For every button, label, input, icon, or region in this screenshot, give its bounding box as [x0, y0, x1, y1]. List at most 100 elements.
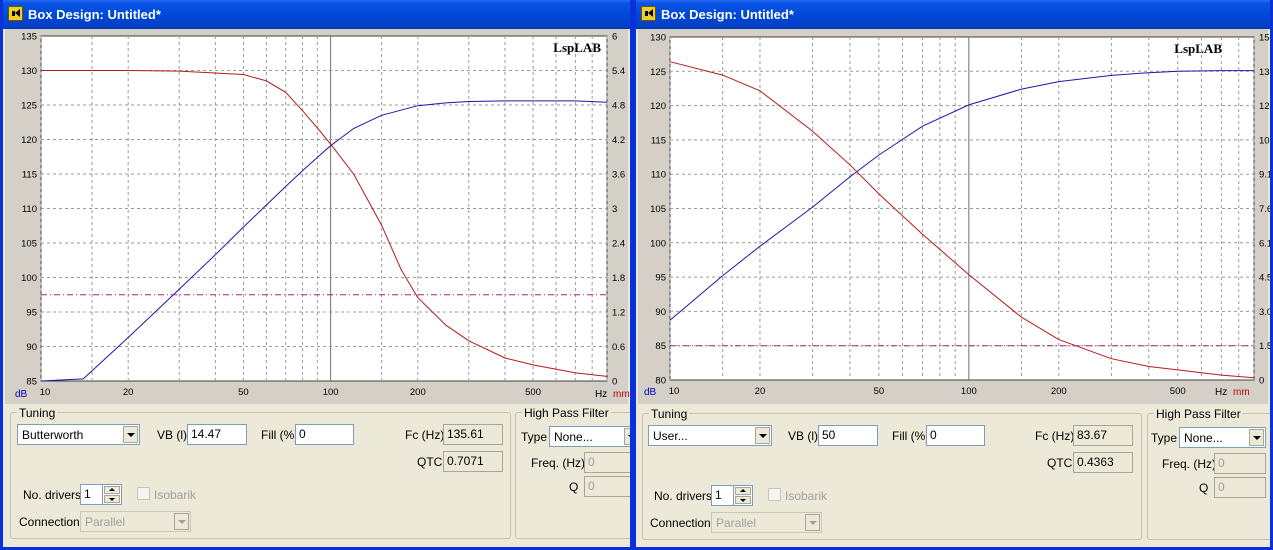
- chevron-down-icon[interactable]: [755, 427, 770, 444]
- response-graph[interactable]: 1301251201151101051009590858015.313.7712…: [638, 29, 1270, 404]
- hpf-freq-input[interactable]: 0: [584, 452, 630, 473]
- drivers-input[interactable]: 1: [80, 484, 104, 505]
- left-tick-label: 130: [650, 33, 666, 44]
- right-tick-label: 5.4: [612, 66, 625, 77]
- connection-select[interactable]: Parallel: [711, 512, 822, 533]
- hpf-type-label: Type: [1151, 431, 1178, 445]
- hpf-freq-label: Freq. (Hz): [531, 456, 585, 470]
- left-tick-label: 90: [655, 307, 666, 318]
- hpf-type-value: None...: [1184, 431, 1223, 445]
- alignment-value: User...: [653, 429, 688, 443]
- title-bar[interactable]: Box Design: Untitled*: [3, 0, 630, 29]
- drivers-spinner[interactable]: [733, 485, 753, 506]
- right-tick-label: 4.59: [1259, 273, 1270, 284]
- lsplab-watermark: LspLAB: [553, 40, 601, 55]
- qtc-value: 0.7071: [443, 451, 503, 472]
- alignment-select[interactable]: User...: [648, 425, 772, 446]
- mm-unit-label: mm: [613, 389, 630, 400]
- left-tick-label: 135: [21, 32, 37, 43]
- db-unit-label: dB: [644, 387, 657, 398]
- drivers-label: No. drivers: [654, 489, 713, 503]
- alignment-select[interactable]: Butterworth: [17, 424, 140, 445]
- speaker-icon[interactable]: [641, 6, 656, 21]
- mm-unit-label: mm: [1233, 387, 1250, 398]
- response-graph[interactable]: 135 130 125 120 115 110 105 100 95 90 85 6 5.4 4.8 4.2…: [5, 29, 630, 404]
- spin-up-icon[interactable]: [735, 487, 751, 495]
- chevron-down-icon[interactable]: [1249, 429, 1264, 446]
- drivers-spinner[interactable]: [102, 484, 122, 505]
- qtc-value: 0.4363: [1073, 452, 1133, 473]
- vb-label: VB (l): [788, 429, 818, 443]
- right-tick-label: 10.71: [1259, 135, 1270, 146]
- drivers-input[interactable]: 1: [711, 485, 735, 506]
- right-tick-label: 9.18: [1259, 170, 1270, 181]
- isobarik-checkbox[interactable]: [768, 488, 781, 501]
- hz-unit-label: Hz: [1215, 387, 1227, 398]
- hpf-type-select[interactable]: None...: [549, 426, 630, 447]
- left-tick-label: 100: [21, 273, 37, 284]
- db-unit-label: dB: [15, 389, 28, 400]
- x-tick-label: 500: [1170, 386, 1186, 397]
- left-tick-label: 95: [655, 273, 666, 284]
- right-tick-label: 1.8: [612, 273, 625, 284]
- speaker-icon[interactable]: [8, 6, 23, 21]
- title-bar[interactable]: Box Design: Untitled*: [636, 0, 1270, 29]
- left-tick-label: 125: [650, 67, 666, 78]
- vb-label: VB (l): [157, 428, 187, 442]
- chevron-down-icon[interactable]: [174, 513, 189, 530]
- right-tick-label: 7.65: [1259, 204, 1270, 215]
- x-tick-label: 10: [40, 387, 51, 398]
- x-tick-label: 10: [669, 386, 680, 397]
- left-tick-label: 120: [650, 101, 666, 112]
- vb-input[interactable]: 50: [818, 425, 878, 446]
- right-tick-label: 6: [612, 32, 617, 43]
- chevron-down-icon[interactable]: [624, 428, 630, 445]
- connection-select[interactable]: Parallel: [80, 511, 191, 532]
- right-tick-label: 0: [612, 377, 617, 388]
- left-tick-label: 120: [21, 135, 37, 146]
- connection-label: Connection: [650, 516, 711, 530]
- left-tick-label: 115: [651, 135, 666, 146]
- left-tick-label: 100: [650, 238, 666, 249]
- isobarik-checkbox[interactable]: [137, 487, 150, 500]
- hpf-q-input[interactable]: 0: [584, 476, 630, 497]
- x-tick-label: 50: [238, 387, 249, 398]
- x-tick-label: 200: [1051, 386, 1067, 397]
- left-tick-label: 110: [22, 204, 37, 215]
- spin-down-icon[interactable]: [735, 496, 751, 504]
- fc-value: 83.67: [1073, 425, 1133, 446]
- right-tick-label: 2.4: [612, 239, 625, 250]
- hpf-type-select[interactable]: None...: [1179, 427, 1266, 448]
- right-tick-label: 4.2: [612, 135, 625, 146]
- isobarik-label: Isobarik: [154, 488, 197, 502]
- qtc-label: QTC: [417, 455, 443, 469]
- hz-unit-label: Hz: [595, 389, 607, 400]
- left-tick-label: 105: [21, 239, 37, 250]
- fill-input[interactable]: 0: [295, 424, 354, 445]
- box-design-window-2: Box Design: Untitled* 130 125 120 115 110 105…: [633, 0, 1273, 550]
- spin-up-icon[interactable]: [104, 486, 120, 494]
- fill-label: Fill (%): [261, 428, 299, 442]
- tuning-legend: Tuning: [17, 406, 58, 420]
- x-tick-label: 500: [525, 387, 541, 398]
- right-tick-label: 1.2: [612, 308, 625, 319]
- spin-down-icon[interactable]: [104, 495, 120, 503]
- vb-input[interactable]: 14.47: [187, 424, 247, 445]
- hpf-type-value: None...: [554, 430, 593, 444]
- x-tick-label: 50: [874, 386, 885, 397]
- x-tick-label: 100: [961, 386, 977, 397]
- left-tick-label: 125: [21, 101, 37, 112]
- left-tick-label: 130: [21, 66, 37, 77]
- chevron-down-icon[interactable]: [123, 426, 138, 443]
- hpf-q-input[interactable]: 0: [1214, 477, 1266, 498]
- isobarik-label: Isobarik: [785, 489, 828, 503]
- left-tick-label: 105: [650, 204, 666, 215]
- alignment-value: Butterworth: [22, 428, 84, 442]
- window-title: Box Design: Untitled*: [661, 7, 794, 22]
- fill-input[interactable]: 0: [926, 425, 985, 446]
- right-tick-label: 13.77: [1259, 67, 1270, 78]
- chevron-down-icon[interactable]: [805, 514, 820, 531]
- fc-label: Fc (Hz): [1035, 429, 1075, 443]
- hpf-freq-input[interactable]: 0: [1214, 453, 1266, 474]
- window-title: Box Design: Untitled*: [28, 7, 161, 22]
